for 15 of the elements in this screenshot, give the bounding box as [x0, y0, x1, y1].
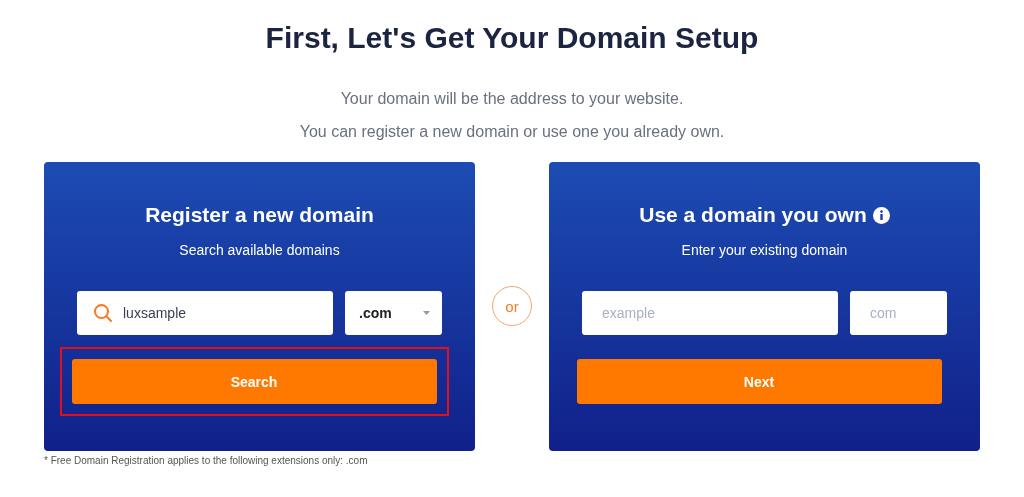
- intro-text: You can register a new domain or use one you already own.: [299, 122, 725, 142]
- footnote: * Free Domain Registration applies to the following extensions only: .com: [44, 455, 369, 466]
- card-title: Use a domain you own: [639, 202, 867, 228]
- info-icon[interactable]: [872, 206, 890, 224]
- card-subtitle: Enter your existing domain: [681, 242, 848, 258]
- caret-icon: [423, 311, 430, 315]
- extension-field[interactable]: com: [850, 291, 947, 335]
- card-title: Register a new domain: [145, 202, 374, 228]
- intro-text: Your domain will be the address to your website.: [340, 89, 684, 109]
- page-title: First, Let's Get Your Domain Setup: [265, 20, 759, 56]
- domain-name-field[interactable]: example: [582, 291, 838, 335]
- search-icon: [93, 303, 113, 323]
- search-field[interactable]: luxsample: [77, 291, 333, 335]
- card-subtitle: Search available domains: [179, 242, 340, 258]
- extension-dropdown[interactable]: .com: [345, 291, 442, 335]
